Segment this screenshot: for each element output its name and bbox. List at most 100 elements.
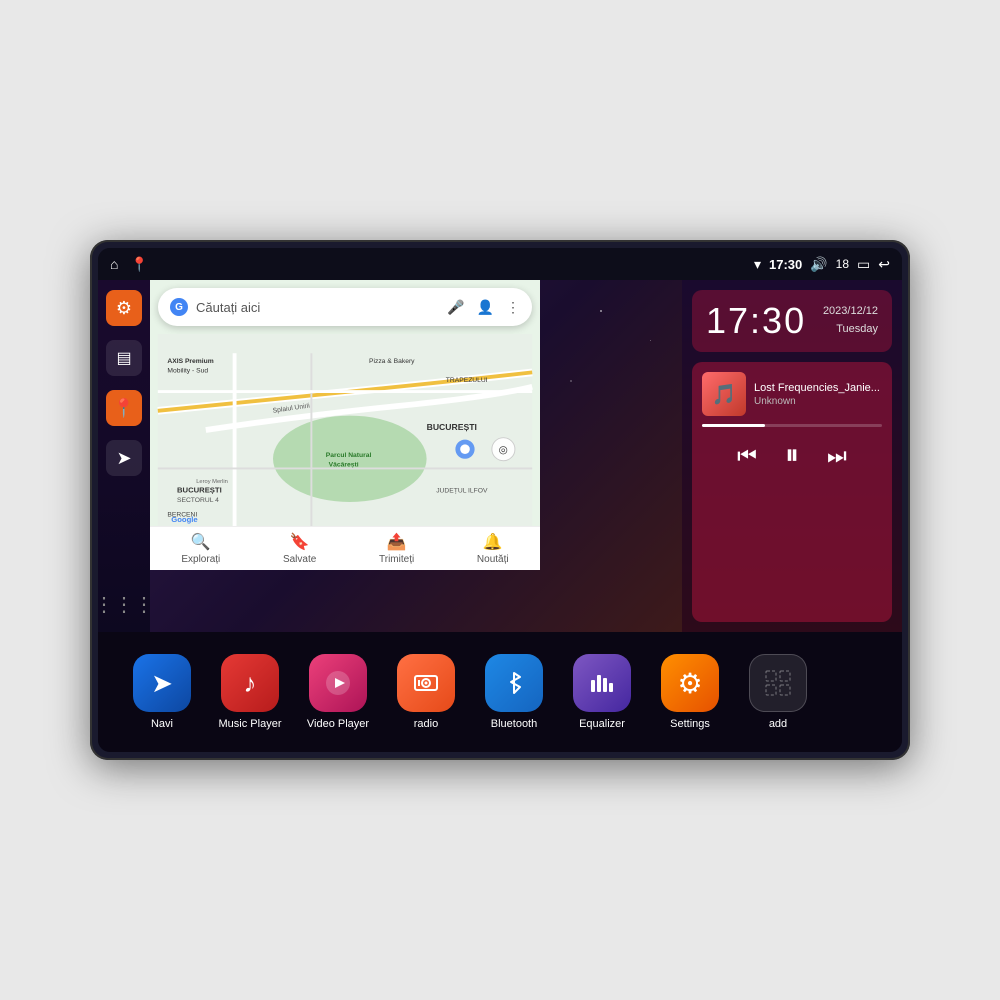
maps-tab-news[interactable]: 🔔 Noutăți — [477, 532, 509, 565]
music-progress-bar[interactable] — [702, 424, 882, 427]
app-music-player[interactable]: ♪ Music Player — [206, 654, 294, 730]
signal-value: 18 — [836, 257, 849, 271]
svg-text:Văcărești: Văcărești — [329, 461, 359, 468]
map-background: G Căutați aici 🎤 👤 ⋮ — [150, 280, 682, 632]
back-icon[interactable]: ↩ — [878, 256, 890, 273]
music-widget: 🎵 Lost Frequencies_Janie... Unknown ⏮ ⏸ — [692, 362, 892, 622]
main-area: ⚙ ▤ 📍 ➤ ⋮⋮⋮ — [98, 280, 902, 632]
clock-date-value: 2023/12/12 — [823, 305, 878, 317]
prev-button[interactable]: ⏮ — [733, 439, 761, 473]
sidebar-item-navigation[interactable]: ➤ — [106, 440, 142, 476]
music-player-icon: ♪ — [221, 654, 279, 712]
sidebar-item-settings[interactable]: ⚙ — [106, 290, 142, 326]
app-video-player[interactable]: Video Player — [294, 654, 382, 730]
equalizer-label: Equalizer — [579, 718, 625, 730]
status-bar: ⌂ 📍 ▾ 17:30 🔊 18 ▭ ↩ — [98, 248, 902, 280]
svg-text:Mobility - Sud: Mobility - Sud — [167, 367, 208, 374]
svg-text:BUCUREȘTI: BUCUREȘTI — [177, 485, 222, 494]
svg-text:◎: ◎ — [499, 444, 508, 456]
map-pin-icon: 📍 — [113, 398, 135, 419]
settings-app-icon: ⚙ — [661, 654, 719, 712]
sidebar-item-files[interactable]: ▤ — [106, 340, 142, 376]
share-label: Trimiteți — [379, 554, 414, 565]
files-icon: ▤ — [116, 348, 131, 368]
add-icon — [749, 654, 807, 712]
maps-search-bar[interactable]: G Căutați aici 🎤 👤 ⋮ — [158, 288, 532, 326]
maps-tab-explore[interactable]: 🔍 Explorați — [181, 532, 220, 565]
microphone-icon[interactable]: 🎤 — [447, 299, 464, 316]
music-meta: Lost Frequencies_Janie... Unknown — [754, 382, 882, 407]
map-svg: Splaiul Unirii Parcul Natural Văcărești — [150, 334, 540, 526]
svg-text:JUDEȚUL ILFOV: JUDEȚUL ILFOV — [436, 487, 488, 494]
app-bluetooth[interactable]: Bluetooth — [470, 654, 558, 730]
screen: ⌂ 📍 ▾ 17:30 🔊 18 ▭ ↩ ⚙ ▤ — [98, 248, 902, 752]
device: ⌂ 📍 ▾ 17:30 🔊 18 ▭ ↩ ⚙ ▤ — [90, 240, 910, 760]
svg-text:SECTORUL 4: SECTORUL 4 — [177, 497, 219, 504]
news-label: Noutăți — [477, 554, 509, 565]
maps-bottom-bar: 🔍 Explorați 🔖 Salvate 📤 Trimiteți — [150, 526, 540, 570]
music-controls: ⏮ ⏸ ⏭ — [702, 435, 882, 476]
clock-widget: 17:30 2023/12/12 Tuesday — [692, 290, 892, 352]
bluetooth-icon — [485, 654, 543, 712]
music-title: Lost Frequencies_Janie... — [754, 382, 882, 394]
svg-text:TRAPEZULUI: TRAPEZULUI — [446, 377, 488, 384]
status-time: 17:30 — [769, 257, 802, 272]
app-equalizer[interactable]: Equalizer — [558, 654, 646, 730]
maps-pin-icon[interactable]: 📍 — [130, 256, 147, 273]
clock-day: Tuesday — [836, 323, 878, 335]
clock-date: 2023/12/12 Tuesday — [823, 303, 878, 338]
clock-time: 17:30 — [706, 300, 806, 342]
navi-label: Navi — [151, 718, 173, 730]
google-maps-panel[interactable]: G Căutați aici 🎤 👤 ⋮ — [150, 280, 540, 570]
music-track-info: 🎵 Lost Frequencies_Janie... Unknown — [702, 372, 882, 416]
svg-text:Leroy Merlin: Leroy Merlin — [196, 479, 228, 485]
bluetooth-label: Bluetooth — [491, 718, 537, 730]
video-player-label: Video Player — [307, 718, 369, 730]
app-grid: ➤ Navi ♪ Music Player Video Player — [98, 632, 902, 752]
status-right-icons: ▾ 17:30 🔊 18 ▭ ↩ — [754, 256, 890, 273]
saved-icon: 🔖 — [290, 532, 310, 552]
center-content: G Căutați aici 🎤 👤 ⋮ — [150, 280, 682, 632]
app-add[interactable]: add — [734, 654, 822, 730]
radio-icon — [397, 654, 455, 712]
radio-label: radio — [414, 718, 438, 730]
pause-button[interactable]: ⏸ — [781, 435, 803, 476]
home-icon[interactable]: ⌂ — [110, 256, 118, 272]
video-player-icon — [309, 654, 367, 712]
equalizer-icon — [573, 654, 631, 712]
svg-text:Pizza & Bakery: Pizza & Bakery — [369, 358, 415, 365]
more-icon[interactable]: ⋮ — [506, 299, 520, 316]
sidebar: ⚙ ▤ 📍 ➤ ⋮⋮⋮ — [98, 280, 150, 632]
wifi-icon: ▾ — [754, 256, 761, 273]
settings-label: Settings — [670, 718, 710, 730]
google-maps-logo: G — [170, 298, 188, 316]
music-progress-fill — [702, 424, 765, 427]
news-icon: 🔔 — [483, 532, 503, 552]
map-view[interactable]: Splaiul Unirii Parcul Natural Văcărești — [150, 334, 540, 526]
battery-icon: ▭ — [857, 256, 870, 273]
app-settings[interactable]: ⚙ Settings — [646, 654, 734, 730]
account-icon[interactable]: 👤 — [477, 299, 494, 316]
navi-icon: ➤ — [133, 654, 191, 712]
sidebar-item-maps[interactable]: 📍 — [106, 390, 142, 426]
share-icon: 📤 — [387, 532, 407, 552]
sidebar-item-grid[interactable]: ⋮⋮⋮ — [106, 586, 142, 622]
maps-tab-share[interactable]: 📤 Trimiteți — [379, 532, 414, 565]
music-artist: Unknown — [754, 396, 882, 407]
music-thumbnail: 🎵 — [702, 372, 746, 416]
maps-search-input[interactable]: Căutați aici — [196, 300, 435, 315]
saved-label: Salvate — [283, 554, 316, 565]
app-radio[interactable]: radio — [382, 654, 470, 730]
grid-icon: ⋮⋮⋮ — [98, 592, 154, 617]
explore-icon: 🔍 — [191, 532, 211, 552]
maps-tab-saved[interactable]: 🔖 Salvate — [283, 532, 316, 565]
svg-text:AXIS Premium: AXIS Premium — [167, 358, 213, 365]
volume-icon: 🔊 — [810, 256, 827, 273]
gear-icon: ⚙ — [116, 298, 132, 319]
map-panel: G Căutați aici 🎤 👤 ⋮ — [150, 280, 682, 632]
next-button[interactable]: ⏭ — [823, 439, 851, 473]
explore-label: Explorați — [181, 554, 220, 565]
add-label: add — [769, 718, 787, 730]
svg-text:BUCUREȘTI: BUCUREȘTI — [427, 422, 477, 432]
app-navi[interactable]: ➤ Navi — [118, 654, 206, 730]
